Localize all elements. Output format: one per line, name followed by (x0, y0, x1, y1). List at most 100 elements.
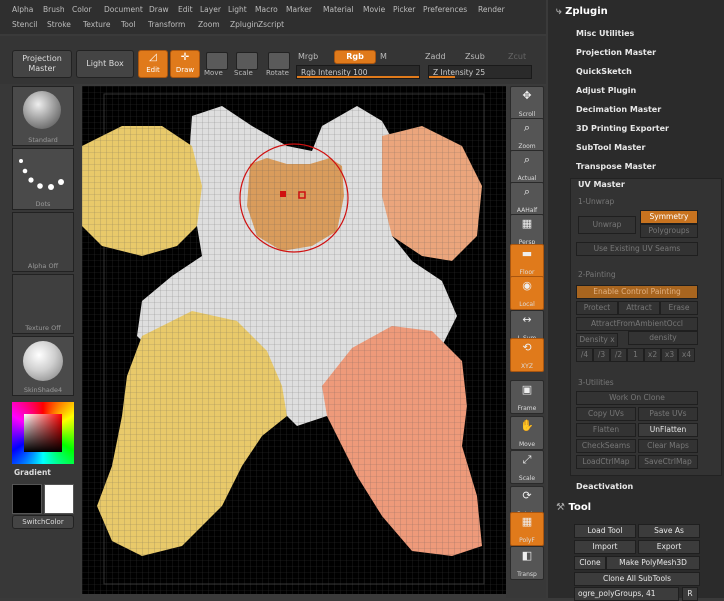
primary-color-swatch[interactable] (12, 484, 42, 514)
density-value-button[interactable]: /2 (610, 348, 627, 362)
plugin-item-3d-printing-exporter[interactable]: 3D Printing Exporter (576, 124, 669, 133)
load-tool-button[interactable]: Load Tool (574, 524, 636, 538)
menu-item-zplugin[interactable]: Zplugin (230, 20, 258, 29)
shelf-aahalf-button[interactable]: ⌕ AAHalf (510, 182, 544, 216)
shelf-floor-button[interactable]: ▬ Floor (510, 244, 544, 278)
stroke-selector[interactable]: Dots (12, 148, 74, 210)
edit-button[interactable]: ◿ Edit (138, 50, 168, 78)
shelf-actual-button[interactable]: ⌕ Actual (510, 150, 544, 184)
density-value-button[interactable]: x3 (661, 348, 678, 362)
menu-item-preferences[interactable]: Preferences (423, 5, 467, 14)
plugin-item-projection-master[interactable]: Projection Master (576, 48, 656, 57)
symmetry-toggle[interactable]: Symmetry (640, 210, 698, 224)
clone-all-subtools-button[interactable]: Clone All SubTools (574, 572, 700, 586)
shelf-scale-button[interactable]: ⤢ Scale (510, 450, 544, 484)
menu-item-layer[interactable]: Layer (200, 5, 221, 14)
uv-master-title[interactable]: UV Master (578, 180, 625, 189)
rgb-button[interactable]: Rgb (334, 50, 376, 64)
density-button[interactable]: Density x (576, 333, 618, 347)
density-value-button[interactable]: x4 (678, 348, 695, 362)
menu-item-edit[interactable]: Edit (178, 5, 193, 14)
menu-item-draw[interactable]: Draw (149, 5, 169, 14)
menu-item-alpha[interactable]: Alpha (12, 5, 33, 14)
texture-selector[interactable]: Texture Off (12, 274, 74, 334)
switch-color-button[interactable]: SwitchColor (12, 515, 74, 529)
color-picker[interactable] (12, 402, 74, 464)
zplugin-header[interactable]: ⤷ Zplugin (556, 6, 608, 17)
deactivation-button[interactable]: Deactivation (576, 482, 633, 491)
checkseams-button[interactable]: CheckSeams (576, 439, 636, 453)
enable-control-painting-toggle[interactable]: Enable Control Painting (576, 285, 698, 299)
plugin-item-adjust-plugin[interactable]: Adjust Plugin (576, 86, 636, 95)
paste-uvs-button[interactable]: Paste UVs (638, 407, 698, 421)
gradient-label[interactable]: Gradient (14, 468, 51, 477)
tool-header[interactable]: ⚒ Tool (556, 502, 591, 513)
menu-item-marker[interactable]: Marker (286, 5, 312, 14)
density-value-button[interactable]: x2 (644, 348, 661, 362)
menu-item-stencil[interactable]: Stencil (12, 20, 37, 29)
menu-item-color[interactable]: Color (72, 5, 92, 14)
erase-button[interactable]: Erase (660, 301, 698, 315)
save-as-button[interactable]: Save As (638, 524, 700, 538)
use-existing-seams-toggle[interactable]: Use Existing UV Seams (576, 242, 698, 256)
alpha-selector[interactable]: Alpha Off (12, 212, 74, 272)
menu-item-texture[interactable]: Texture (83, 20, 110, 29)
shelf-persp-button[interactable]: ▦ Persp (510, 214, 544, 248)
menu-item-macro[interactable]: Macro (255, 5, 278, 14)
zsub-button[interactable]: Zsub (465, 52, 485, 61)
shelf-frame-button[interactable]: ▣ Frame (510, 380, 544, 414)
menu-item-render[interactable]: Render (478, 5, 505, 14)
menu-item-stroke[interactable]: Stroke (47, 20, 71, 29)
menu-item-material[interactable]: Material (323, 5, 353, 14)
light-box-button[interactable]: Light Box (76, 50, 134, 78)
menu-item-picker[interactable]: Picker (393, 5, 415, 14)
r-button[interactable]: R (682, 587, 698, 601)
plugin-item-transpose-master[interactable]: Transpose Master (576, 162, 656, 171)
plugin-item-quicksketch[interactable]: QuickSketch (576, 67, 632, 76)
attract-button[interactable]: Attract (618, 301, 660, 315)
flatten-button[interactable]: Flatten (576, 423, 636, 437)
make-polymesh-button[interactable]: Make PolyMesh3D (606, 556, 700, 570)
attract-ambient-occlusion-button[interactable]: AttractFromAmbientOccl (576, 317, 698, 331)
menu-item-zoom[interactable]: Zoom (198, 20, 220, 29)
zadd-button[interactable]: Zadd (425, 52, 446, 61)
shelf-xyz-button[interactable]: ⟲ XYZ (510, 338, 544, 372)
clone-button[interactable]: Clone (574, 556, 606, 570)
menu-item-zscript[interactable]: Zscript (258, 20, 284, 29)
secondary-color-swatch[interactable] (44, 484, 74, 514)
z-intensity-slider[interactable]: Z Intensity 25 (428, 65, 532, 79)
menu-item-document[interactable]: Document (104, 5, 143, 14)
unwrap-button[interactable]: Unwrap (578, 216, 636, 234)
shelf-zoom-button[interactable]: ⌕ Zoom (510, 118, 544, 152)
zcut-button[interactable]: Zcut (508, 52, 526, 61)
plugin-item-subtool-master[interactable]: SubTool Master (576, 143, 645, 152)
unflatten-button[interactable]: UnFlatten (638, 423, 698, 437)
density-slider[interactable]: density (628, 331, 698, 345)
menu-item-tool[interactable]: Tool (121, 20, 136, 29)
move-icon[interactable] (206, 52, 228, 70)
menu-item-brush[interactable]: Brush (43, 5, 65, 14)
import-button[interactable]: Import (574, 540, 636, 554)
scale-icon[interactable] (236, 52, 258, 70)
brush-selector[interactable]: Standard (12, 86, 74, 146)
shelf-local-button[interactable]: ◉ Local (510, 276, 544, 310)
copy-uvs-button[interactable]: Copy UVs (576, 407, 636, 421)
plugin-item-misc-utilities[interactable]: Misc Utilities (576, 29, 634, 38)
export-button[interactable]: Export (638, 540, 700, 554)
plugin-item-decimation-master[interactable]: Decimation Master (576, 105, 661, 114)
density-value-button[interactable]: 1 (627, 348, 644, 362)
m-button[interactable]: M (380, 52, 387, 61)
shelf-transp-button[interactable]: ◧ Transp (510, 546, 544, 580)
shelf-scroll-button[interactable]: ✥ Scroll (510, 86, 544, 120)
menu-item-movie[interactable]: Movie (363, 5, 385, 14)
projection-master-button[interactable]: Projection Master (12, 50, 72, 78)
menu-item-light[interactable]: Light (228, 5, 247, 14)
mrgb-button[interactable]: Mrgb (298, 52, 318, 61)
shelf-polyf-button[interactable]: ▦ PolyF (510, 512, 544, 546)
density-value-button[interactable]: /3 (593, 348, 610, 362)
menu-item-transform[interactable]: Transform (148, 20, 185, 29)
current-subtool-field[interactable]: ogre_polyGroups, 41 (574, 587, 679, 601)
material-selector[interactable]: SkinShade4 (12, 336, 74, 396)
work-on-clone-button[interactable]: Work On Clone (576, 391, 698, 405)
protect-button[interactable]: Protect (576, 301, 618, 315)
